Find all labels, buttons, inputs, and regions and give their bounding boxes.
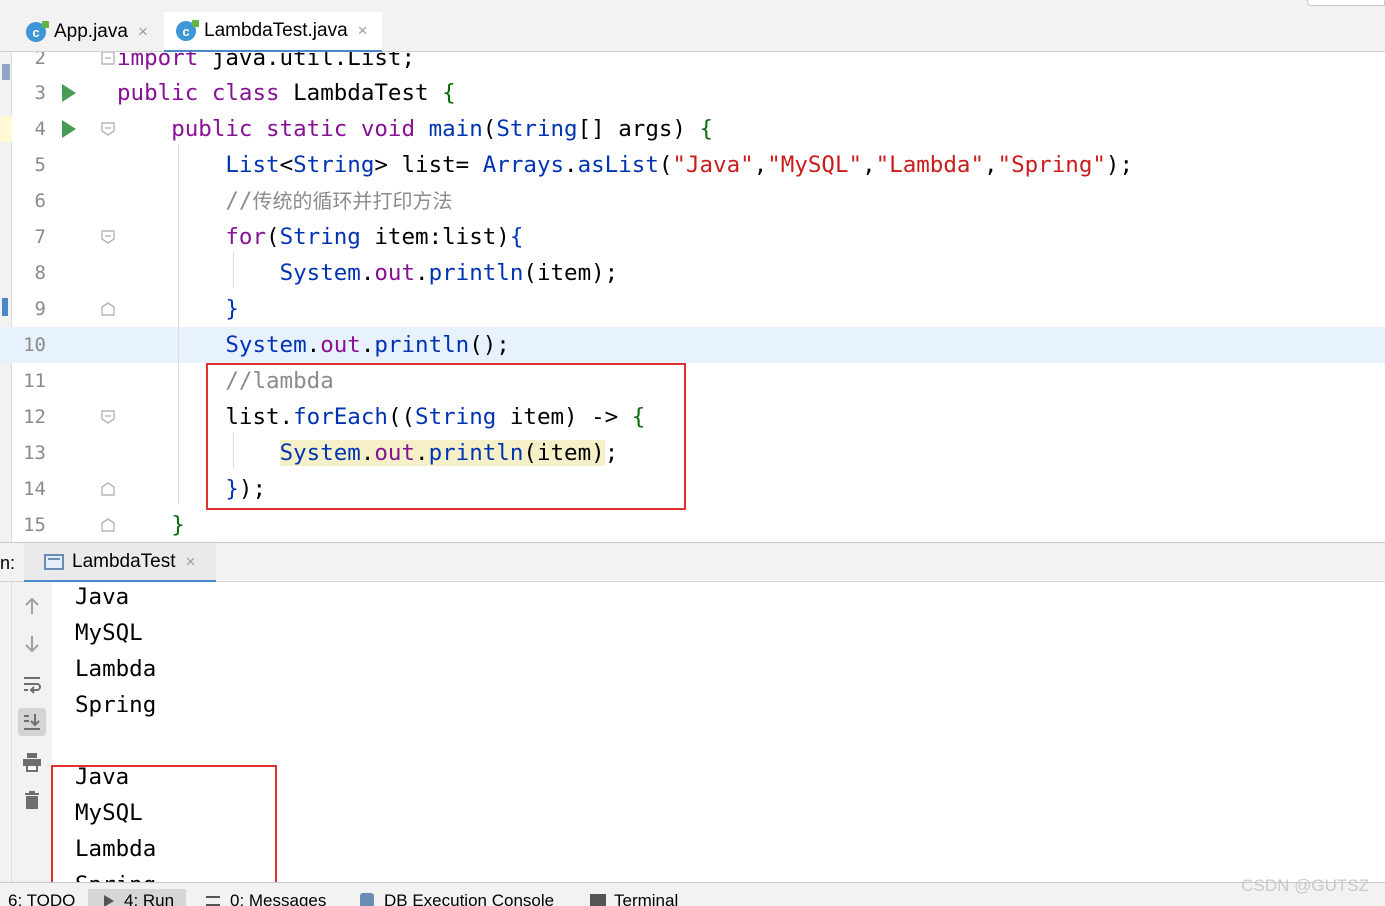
tool-terminal[interactable]: Terminal <box>590 889 678 906</box>
editor-tab-bar: c App.java × c LambdaTest.java × <box>0 12 1385 53</box>
arrow-up-icon[interactable] <box>18 592 46 620</box>
console-toolbar <box>12 582 52 882</box>
line-number: 3 <box>34 82 46 104</box>
java-class-icon: c <box>176 20 199 41</box>
play-icon <box>104 895 114 906</box>
code-line: 9 } <box>0 291 1385 327</box>
line-number: 2 <box>34 52 46 69</box>
line-number: 15 <box>23 514 46 536</box>
code-text: public static void main(String[] args) { <box>171 116 714 142</box>
tab-label: LambdaTest.java <box>204 20 348 41</box>
run-icon[interactable] <box>62 120 76 138</box>
fold-icon[interactable] <box>100 301 116 317</box>
code-line: 2 import java.util.List; <box>0 52 1385 76</box>
code-line: 6 //传统的循环并打印方法 <box>0 183 1385 219</box>
code-text: System.out.println(item); <box>279 260 619 286</box>
line-number: 12 <box>23 406 46 428</box>
run-panel-label: n: <box>0 553 16 573</box>
tool-label: DB Execution Console <box>384 891 555 906</box>
line-number: 11 <box>23 370 46 392</box>
code-line: 3 public class LambdaTest { <box>0 75 1385 111</box>
code-line: 7 for(String item:list){ <box>0 219 1385 255</box>
code-text: System.out.println(); <box>225 332 510 358</box>
run-console[interactable]: Java MySQL Lambda Spring Java MySQL Lamb… <box>0 582 1385 882</box>
tool-label: 4: Run <box>124 891 175 906</box>
console-icon <box>44 553 64 570</box>
run-tab-label: LambdaTest <box>72 550 176 572</box>
code-line: 4 public static void main(String[] args)… <box>0 111 1385 147</box>
tool-label: 0: Messages <box>230 891 327 906</box>
console-output-line: Lambda <box>75 656 157 682</box>
close-icon[interactable]: × <box>138 22 148 42</box>
console-output-line: Spring <box>75 692 157 718</box>
code-line: 5 List<String> list= Arrays.asList("Java… <box>0 147 1385 183</box>
line-number: 9 <box>34 298 46 320</box>
java-class-icon: c <box>26 21 49 42</box>
tool-run[interactable]: 4: Run <box>88 889 186 906</box>
code-comment: //传统的循环并打印方法 <box>117 188 453 214</box>
close-icon[interactable]: × <box>358 21 368 41</box>
fold-icon[interactable] <box>100 52 116 66</box>
arrow-down-icon[interactable] <box>18 630 46 658</box>
top-strip <box>0 0 1385 12</box>
line-number: 13 <box>23 442 46 464</box>
line-number: 14 <box>23 478 46 500</box>
run-tab-lambdatest[interactable]: LambdaTest × <box>24 543 216 583</box>
tool-db-execution-console[interactable]: DB Execution Console <box>360 889 554 906</box>
tool-label: Terminal <box>614 891 679 906</box>
console-output-line: Java <box>75 584 130 610</box>
line-number: 8 <box>34 262 46 284</box>
code-text: } <box>225 296 239 322</box>
code-line: 8 System.out.println(item); <box>0 255 1385 291</box>
code-line: 15 } <box>0 507 1385 542</box>
tab-lambdatest-java[interactable]: c LambdaTest.java × <box>164 12 382 53</box>
tool-todo[interactable]: 6: TODO <box>8 889 75 906</box>
scroll-to-end-icon[interactable] <box>18 708 46 736</box>
terminal-icon <box>590 894 606 906</box>
tab-label: App.java <box>54 21 128 42</box>
code-text: List<String> list= Arrays.asList("Java",… <box>225 152 1134 178</box>
fold-icon[interactable] <box>100 481 116 497</box>
code-text: } <box>171 512 185 538</box>
fold-icon[interactable] <box>100 517 116 533</box>
print-icon[interactable] <box>18 748 46 776</box>
database-icon <box>360 893 374 906</box>
messages-icon <box>206 896 220 906</box>
run-icon[interactable] <box>62 84 76 102</box>
soft-wrap-icon[interactable] <box>18 670 46 698</box>
run-panel-header: n: LambdaTest × <box>0 542 1385 583</box>
watermark: CSDN @GUTSZ <box>1241 876 1369 895</box>
top-corner <box>1307 0 1385 6</box>
code-text: import java.util.List; <box>117 52 416 71</box>
line-number: 7 <box>34 226 46 248</box>
fold-icon[interactable] <box>100 121 116 137</box>
tab-app-java[interactable]: c App.java × <box>14 12 164 52</box>
trash-icon[interactable] <box>18 786 46 814</box>
tool-window-bar: 6: TODO 4: Run 0: Messages DB Execution … <box>0 882 1385 906</box>
code-line-current: 10 System.out.println(); <box>0 327 1385 363</box>
line-number: 6 <box>34 190 46 212</box>
code-text: for(String item:list){ <box>225 224 524 250</box>
code-editor[interactable]: 2 import java.util.List; 3 public class … <box>0 52 1385 542</box>
highlight-box-output <box>51 765 277 882</box>
close-icon[interactable]: × <box>186 552 196 572</box>
code-text: public class LambdaTest { <box>117 80 456 106</box>
fold-icon[interactable] <box>100 229 116 245</box>
console-output-line: MySQL <box>75 620 143 646</box>
left-tool-strip <box>0 582 12 882</box>
highlight-box-lambda <box>206 363 686 510</box>
tool-label: 6: TODO <box>8 891 76 906</box>
tool-messages[interactable]: 0: Messages <box>206 889 326 906</box>
line-number: 4 <box>34 118 46 140</box>
line-number: 10 <box>23 334 46 356</box>
line-number: 5 <box>34 154 46 176</box>
fold-icon[interactable] <box>100 409 116 425</box>
